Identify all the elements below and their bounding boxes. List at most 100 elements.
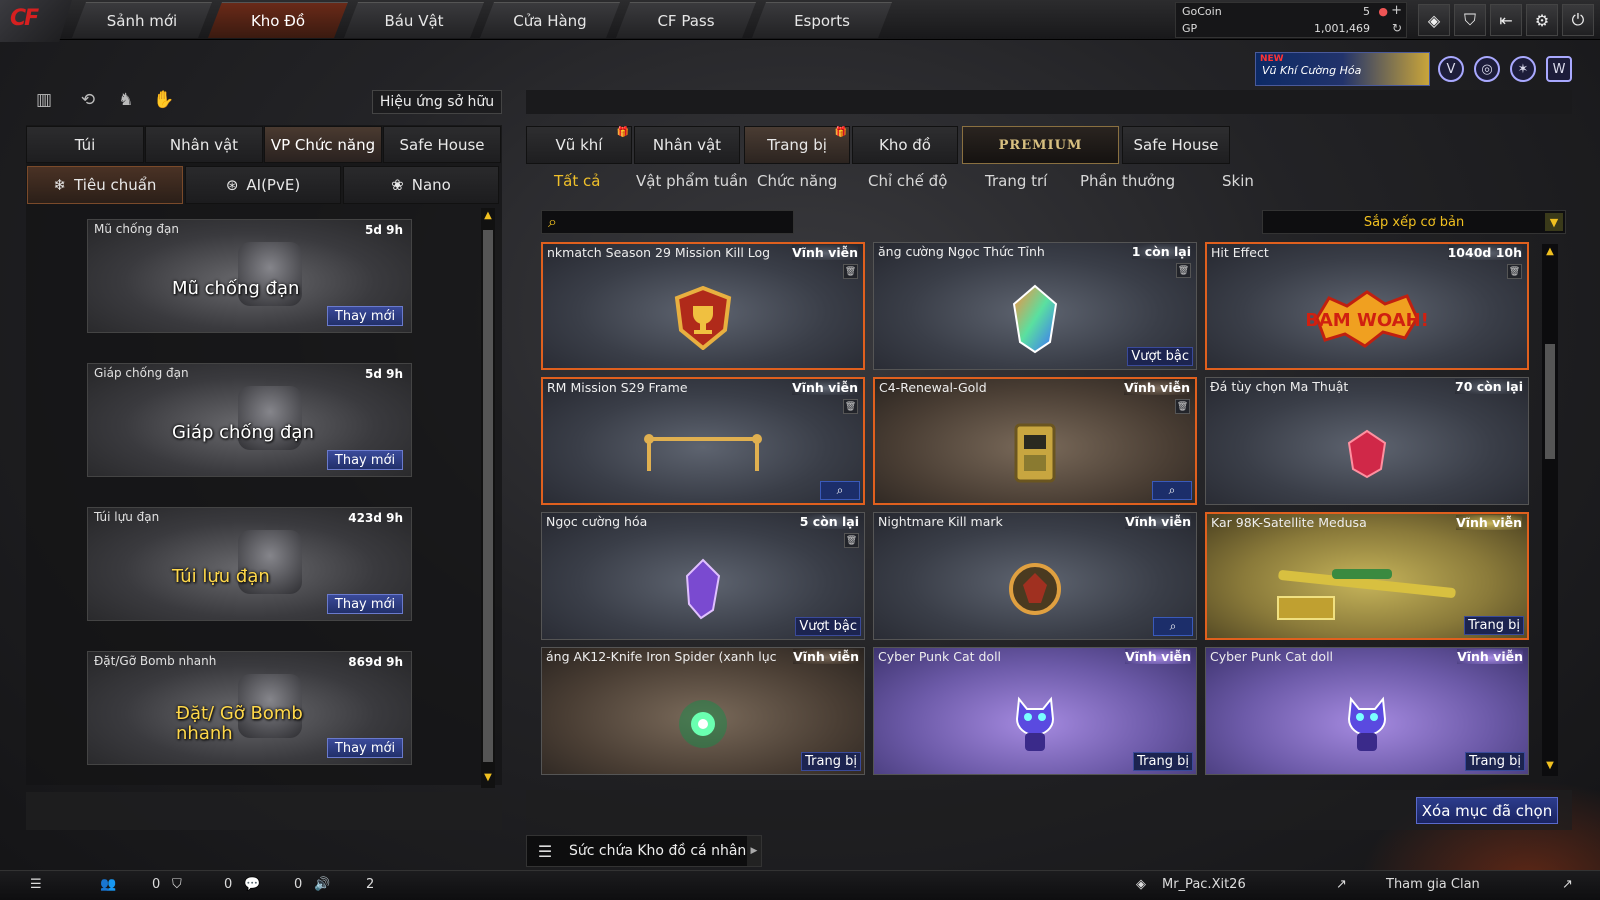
delete-selected-button[interactable]: Xóa mục đã chọn xyxy=(1416,797,1558,824)
player-name[interactable]: Mr_Pac.Xit26 xyxy=(1162,877,1246,892)
equip-button[interactable]: Trang bị xyxy=(1133,752,1193,771)
right-tab-vu-khi[interactable]: Vũ khí 🎁 xyxy=(526,126,632,164)
menu-icon[interactable]: ☰ xyxy=(30,877,42,892)
right-scrollbar[interactable]: ▲ ▼ xyxy=(1542,244,1558,776)
right-tab-trang-bi[interactable]: Trang bị 🎁 xyxy=(744,126,850,164)
nav-tab-esports[interactable]: Esports xyxy=(752,2,892,38)
nav-tab-kho-do[interactable]: Kho Đồ xyxy=(208,2,348,38)
inventory-card[interactable]: Cyber Punk Cat doll Vĩnh viễn Trang bị xyxy=(873,647,1197,775)
inventory-card[interactable]: Ngọc cường hóa 5 còn lại 🗑 Vượt bậc xyxy=(541,512,865,640)
subtab-tieu-chuan[interactable]: ❄ Tiêu chuẩn xyxy=(27,166,183,204)
scroll-down-icon[interactable]: ▼ xyxy=(482,772,494,786)
add-coin-icon[interactable]: + xyxy=(1391,3,1402,18)
character-icon[interactable]: ♞ xyxy=(114,88,138,112)
subtab-nano[interactable]: ❀ Nano xyxy=(343,166,499,204)
open-external-icon[interactable]: ↗ xyxy=(1336,877,1347,892)
clan-shield-icon[interactable]: ⛉ xyxy=(172,877,182,892)
replace-button[interactable]: Thay mới xyxy=(327,306,403,326)
magnify-button[interactable]: ⌕ xyxy=(1153,617,1193,636)
globe-icon[interactable]: ◎ xyxy=(1474,56,1500,82)
shield-icon[interactable]: ⛉ xyxy=(1454,4,1486,36)
category-chuc-nang[interactable]: Chức năng xyxy=(757,172,837,196)
history-icon[interactable]: ⟲ xyxy=(76,88,100,112)
nav-tab-sanh-moi[interactable]: Sảnh mới xyxy=(72,2,212,38)
magnify-button[interactable]: ⌕ xyxy=(1152,481,1192,500)
trash-icon[interactable]: 🗑 xyxy=(1507,264,1522,279)
inventory-card[interactable]: nkmatch Season 29 Mission Kill Log Vĩnh … xyxy=(541,242,865,370)
magnify-button[interactable]: ⌕ xyxy=(820,481,860,500)
right-tab-nhan-vat[interactable]: Nhân vật xyxy=(634,126,740,164)
left-tab-vp-chuc-nang[interactable]: VP Chức năng xyxy=(264,126,382,163)
inventory-card[interactable]: ăng cường Ngọc Thức Tỉnh 1 còn lại 🗑 Vượ… xyxy=(873,242,1197,370)
podium-icon[interactable]: ▥ xyxy=(32,88,56,112)
inventory-card[interactable]: áng AK12-Knife Iron Spider (xanh lục) Vĩ… xyxy=(541,647,865,775)
diamond-icon[interactable]: ◈ xyxy=(1418,4,1450,36)
equip-slot-bomb[interactable]: Đặt/Gỡ Bomb nhanh 869d 9h Đặt/ Gỡ Bomb n… xyxy=(87,651,412,765)
category-chi-che-do[interactable]: Chỉ chế độ xyxy=(868,172,947,196)
right-tab-premium[interactable]: PREMIUM xyxy=(962,126,1119,164)
refresh-icon[interactable]: ↻ xyxy=(1392,21,1402,35)
nav-tab-cf-pass[interactable]: CF Pass xyxy=(616,2,756,38)
trash-icon[interactable]: 🗑 xyxy=(843,399,858,414)
replace-button[interactable]: Thay mới xyxy=(327,450,403,470)
category-vat-pham-tuan[interactable]: Vật phẩm tuần xyxy=(636,172,748,196)
chevron-right-icon[interactable]: ▶ xyxy=(747,836,761,866)
upgrade-button[interactable]: Vượt bậc xyxy=(1127,347,1193,366)
trash-icon[interactable]: 🗑 xyxy=(843,264,858,279)
left-tab-tui[interactable]: Túi xyxy=(26,126,144,163)
v-badge-icon[interactable]: V xyxy=(1438,56,1464,82)
inventory-card[interactable]: Cyber Punk Cat doll Vĩnh viễn Trang bị xyxy=(1205,647,1529,775)
star-badge-icon[interactable]: ✶ xyxy=(1510,56,1536,82)
equip-slot-armor[interactable]: Giáp chống đạn 5d 9h Giáp chống đạn Thay… xyxy=(87,363,412,477)
inventory-card[interactable]: Kar 98K-Satellite Medusa Vĩnh viễn Trang… xyxy=(1205,512,1529,640)
scroll-down-icon[interactable]: ▼ xyxy=(1544,760,1556,774)
category-skin[interactable]: Skin xyxy=(1222,172,1254,196)
chat-icon[interactable]: 💬 xyxy=(244,877,260,892)
replace-button[interactable]: Thay mới xyxy=(327,738,403,758)
open-external-icon[interactable]: ↗ xyxy=(1562,877,1573,892)
replace-button[interactable]: Thay mới xyxy=(327,594,403,614)
sort-select[interactable]: Sắp xếp cơ bản ▼ xyxy=(1262,210,1566,234)
search-input[interactable]: ⌕ xyxy=(541,210,794,234)
capacity-button[interactable]: ☰ Sức chứa Kho đồ cá nhân ▶ xyxy=(526,835,762,867)
category-phan-thuong[interactable]: Phần thưởng xyxy=(1080,172,1175,196)
scroll-thumb[interactable] xyxy=(1545,344,1555,459)
equip-button[interactable]: Trang bị xyxy=(1464,616,1524,635)
trash-icon[interactable]: 🗑 xyxy=(1176,263,1191,278)
inventory-card[interactable]: Nightmare Kill mark Vĩnh viễn ⌕ xyxy=(873,512,1197,640)
left-tab-safe-house[interactable]: Safe House xyxy=(383,126,501,163)
hand-icon[interactable]: ✋ xyxy=(152,88,176,112)
nav-tab-bau-vat[interactable]: Báu Vật xyxy=(344,2,484,38)
equip-slot-helmet[interactable]: Mũ chống đạn 5d 9h Mũ chống đạn Thay mới xyxy=(87,219,412,333)
category-trang-tri[interactable]: Trang trí xyxy=(985,172,1047,196)
equip-button[interactable]: Trang bị xyxy=(801,752,861,771)
equip-slot-grenade-bag[interactable]: Túi lựu đạn 423d 9h Túi lựu đạn Thay mới xyxy=(87,507,412,621)
right-tab-safe-house[interactable]: Safe House xyxy=(1122,126,1230,164)
scroll-up-icon[interactable]: ▲ xyxy=(1544,246,1556,260)
subtab-ai-pve[interactable]: ⊛ AI(PvE) xyxy=(185,166,341,204)
gear-icon[interactable]: ⚙ xyxy=(1526,4,1558,36)
left-tab-nhan-vat[interactable]: Nhân vật xyxy=(145,126,263,163)
nav-tab-cua-hang[interactable]: Cửa Hàng xyxy=(480,2,620,38)
exit-icon[interactable]: ⇤ xyxy=(1490,4,1522,36)
scroll-up-icon[interactable]: ▲ xyxy=(482,210,494,224)
own-effect-button[interactable]: Hiệu ứng sở hữu xyxy=(372,90,502,114)
equip-button[interactable]: Trang bị xyxy=(1465,752,1525,771)
volume-icon[interactable]: 🔊 xyxy=(314,877,330,892)
left-scrollbar[interactable]: ▲ ▼ xyxy=(481,208,495,788)
chevron-down-icon[interactable]: ▼ xyxy=(1545,213,1563,231)
upgrade-button[interactable]: Vượt bậc xyxy=(795,617,861,636)
inventory-card[interactable]: RM Mission S29 Frame Vĩnh viễn 🗑 ⌕ xyxy=(541,377,865,505)
trash-icon[interactable]: 🗑 xyxy=(1175,399,1190,414)
power-icon[interactable]: ⏻ xyxy=(1562,4,1594,36)
trash-icon[interactable]: 🗑 xyxy=(844,533,859,548)
join-clan-link[interactable]: Tham gia Clan xyxy=(1386,877,1480,892)
inventory-card[interactable]: Hit Effect 1040d 10h 🗑 BAM WOAH! xyxy=(1205,242,1529,370)
friends-icon[interactable]: 👥 xyxy=(100,877,116,892)
inventory-card[interactable]: C4-Renewal-Gold Vĩnh viễn 🗑 ⌕ xyxy=(873,377,1197,505)
weapon-upgrade-banner[interactable]: NEW Vũ Khí Cường Hóa xyxy=(1255,52,1430,86)
category-tat-ca[interactable]: Tất cả xyxy=(554,172,600,196)
cf-logo[interactable]: CF xyxy=(0,0,72,42)
scroll-thumb[interactable] xyxy=(483,230,493,762)
w-badge-icon[interactable]: W xyxy=(1546,56,1572,82)
